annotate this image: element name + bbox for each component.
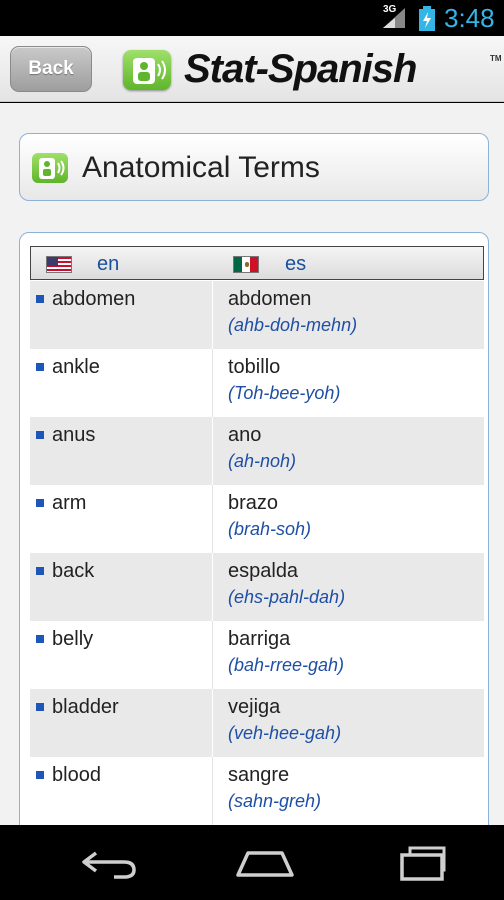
column-en[interactable]: en: [97, 253, 119, 275]
column-divider: [212, 757, 213, 825]
term-spanish: abdomen: [228, 288, 312, 310]
term-english: anus: [52, 424, 96, 446]
bullet-icon: [36, 499, 44, 507]
table-row[interactable]: anus ano (ah-noh): [30, 417, 484, 485]
speech-person-icon: [123, 50, 171, 90]
home-icon[interactable]: [230, 839, 300, 885]
bullet-icon: [36, 567, 44, 575]
column-divider: [212, 689, 213, 757]
column-divider: [212, 621, 213, 689]
term-pronunciation: (ah-noh): [228, 451, 297, 471]
us-flag-icon: [46, 256, 72, 273]
term-spanish: tobillo: [228, 356, 281, 378]
table-row[interactable]: blood sangre (sahn-greh): [30, 757, 484, 825]
bullet-icon: [36, 771, 44, 779]
term-english: belly: [52, 628, 94, 650]
mexico-flag-icon: [233, 256, 259, 273]
column-divider: [212, 417, 213, 485]
term-pronunciation: (Toh-bee-yoh): [228, 383, 341, 403]
term-list: abdomen abdomen (ahb-doh-mehn) ankle tob…: [30, 281, 484, 825]
table-row[interactable]: belly barriga (bah-rree-gah): [30, 621, 484, 689]
section-title: Anatomical Terms: [82, 151, 320, 184]
main-content[interactable]: Anatomical Terms en es abdomen abdomen (…: [0, 103, 504, 825]
term-pronunciation: (ehs-pahl-dah): [228, 587, 346, 607]
term-pronunciation: (veh-hee-gah): [228, 723, 342, 743]
term-english: bladder: [52, 696, 119, 718]
column-divider: [212, 485, 213, 553]
term-pronunciation: (brah-soh): [228, 519, 312, 539]
term-english: blood: [52, 764, 101, 786]
bullet-icon: [36, 703, 44, 711]
bullet-icon: [36, 295, 44, 303]
term-spanish: ano: [228, 424, 262, 446]
term-english: back: [52, 560, 95, 582]
table-row[interactable]: abdomen abdomen (ahb-doh-mehn): [30, 281, 484, 349]
app-header: Back Stat-Spanish TM: [0, 36, 504, 102]
table-row[interactable]: arm brazo (brah-soh): [30, 485, 484, 553]
back-arrow-icon[interactable]: [74, 839, 144, 885]
term-pronunciation: (bah-rree-gah): [228, 655, 345, 675]
back-button[interactable]: Back: [10, 46, 92, 92]
status-bar: 3G 3:48: [0, 0, 504, 36]
app-title: Stat-Spanish: [184, 47, 417, 91]
term-english: arm: [52, 492, 87, 514]
table-row[interactable]: back espalda (ehs-pahl-dah): [30, 553, 484, 621]
battery-icon: [419, 6, 435, 31]
term-english: ankle: [52, 356, 100, 378]
recent-apps-icon[interactable]: [390, 839, 460, 885]
column-divider: [212, 349, 213, 417]
bullet-icon: [36, 363, 44, 371]
table-row[interactable]: ankle tobillo (Toh-bee-yoh): [30, 349, 484, 417]
term-spanish: sangre: [228, 764, 290, 786]
term-pronunciation: (sahn-greh): [228, 791, 322, 811]
term-spanish: barriga: [228, 628, 291, 650]
column-divider: [212, 553, 213, 621]
term-english: abdomen: [52, 288, 136, 310]
column-divider: [212, 281, 213, 349]
term-spanish: espalda: [228, 560, 299, 582]
signal-icon: [383, 8, 405, 28]
bullet-icon: [36, 635, 44, 643]
clock: 3:48: [444, 3, 495, 33]
navigation-bar: [0, 825, 504, 900]
term-pronunciation: (ahb-doh-mehn): [228, 315, 358, 335]
term-spanish: vejiga: [228, 696, 281, 718]
bullet-icon: [36, 431, 44, 439]
column-es[interactable]: es: [285, 253, 306, 275]
table-header: en es: [30, 246, 484, 280]
trademark: TM: [490, 54, 502, 63]
table-row[interactable]: bladder vejiga (veh-hee-gah): [30, 689, 484, 757]
speech-person-icon: [32, 153, 68, 183]
term-spanish: brazo: [228, 492, 279, 514]
terms-table: en es abdomen abdomen (ahb-doh-mehn) ank…: [19, 232, 489, 825]
section-header: Anatomical Terms: [19, 133, 489, 201]
